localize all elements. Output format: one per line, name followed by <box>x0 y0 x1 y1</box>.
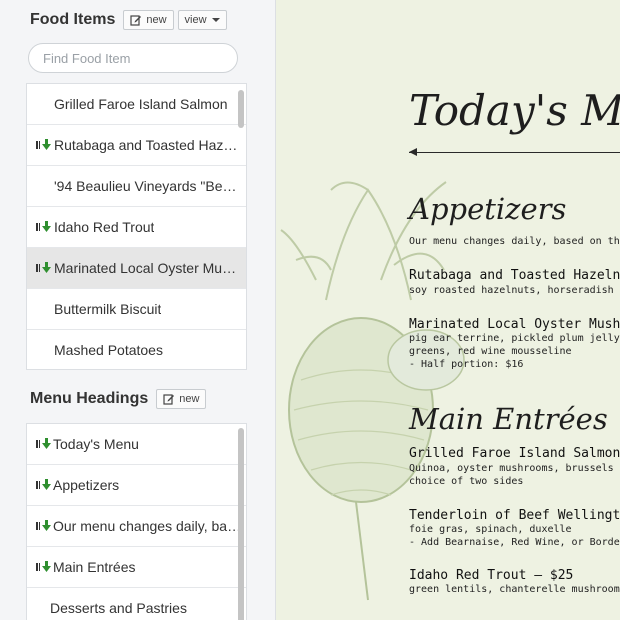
sidebar: Food Items new view Grilled Faroe Island… <box>0 0 276 620</box>
menu-item-desc: pig ear terrine, pickled plum jelly, j <box>409 333 620 344</box>
edit-icon <box>130 15 142 26</box>
food-items-header: Food Items new view <box>30 10 227 30</box>
heading-row[interactable]: Our menu changes daily, based on the <box>27 506 246 547</box>
menu-item-desc: Quinoa, oyster mushrooms, brussels s <box>409 463 620 474</box>
heading-row[interactable]: Today's Menu <box>27 424 246 465</box>
food-item-row[interactable]: Rutabaga and Toasted Hazelnut <box>27 125 246 166</box>
add-to-menu-arrow-icon[interactable] <box>35 560 53 574</box>
food-item-label: Mashed Potatoes <box>54 342 163 358</box>
add-to-menu-arrow-icon[interactable] <box>35 261 53 275</box>
food-item-label: Idaho Red Trout <box>54 219 155 235</box>
menu-item-name: Tenderloin of Beef Wellington <box>409 508 620 523</box>
menu-item-name: Grilled Faroe Island Salmon — <box>409 446 620 461</box>
heading-label: Appetizers <box>53 477 120 493</box>
food-item-row[interactable]: Grilled Faroe Island Salmon <box>27 84 246 125</box>
menu-item-desc: soy roasted hazelnuts, horseradish cr <box>409 285 620 296</box>
menu-headings-header: Menu Headings new <box>30 389 207 409</box>
food-item-label: '94 Beaulieu Vineyards "Beaulieu <box>54 178 242 194</box>
heading-label: Desserts and Pastries <box>50 600 187 616</box>
food-item-label: Rutabaga and Toasted Hazelnut <box>54 137 242 153</box>
heading-label: Today's Menu <box>53 436 139 452</box>
edit-icon <box>163 394 175 405</box>
divider-arrow-icon <box>409 148 417 156</box>
menu-item-desc: greens, red wine mousseline <box>409 346 572 357</box>
menu-item-desc: green lentils, chanterelle mushroom <box>409 584 620 595</box>
menu-intro-text: Our menu changes daily, based on the <box>409 236 620 247</box>
add-to-menu-arrow-icon[interactable] <box>35 220 53 234</box>
caret-down-icon <box>211 18 220 22</box>
menu-item-note: - Half portion: $16 <box>409 359 524 370</box>
food-list-scrollbar[interactable] <box>238 90 244 128</box>
menu-item-desc: choice of two sides <box>409 476 524 487</box>
new-button-label: new <box>146 14 167 26</box>
menu-item-name: Idaho Red Trout — $25 <box>409 568 574 583</box>
new-button-label: new <box>179 393 200 405</box>
view-button-label: view <box>184 14 207 26</box>
food-items-title: Food Items <box>30 11 116 28</box>
new-heading-button[interactable]: new <box>156 389 207 409</box>
add-to-menu-arrow-icon[interactable] <box>35 519 53 533</box>
food-item-row[interactable]: '94 Beaulieu Vineyards "Beaulieu <box>27 166 246 207</box>
main-entrees-heading: Main Entrées <box>409 402 608 436</box>
title-divider <box>409 152 620 153</box>
heading-label: Our menu changes daily, based on the <box>53 518 242 534</box>
food-item-row[interactable]: Mashed Potatoes <box>27 330 246 369</box>
menu-item-name: Rutabaga and Toasted Hazelnut <box>409 268 620 283</box>
appetizers-heading: Appetizers <box>409 192 567 226</box>
add-to-menu-arrow-icon[interactable] <box>35 478 53 492</box>
headings-list-scrollbar[interactable] <box>238 428 244 620</box>
food-item-search-input[interactable] <box>28 43 238 73</box>
heading-row[interactable]: Main Entrées <box>27 547 246 588</box>
menu-headings-title: Menu Headings <box>30 390 149 407</box>
menu-headings-list: Today's Menu Appetizers Our menu changes… <box>26 423 247 620</box>
menu-item-note: - Add Bearnaise, Red Wine, or Bordelais <box>409 537 620 548</box>
food-item-label: Buttermilk Biscuit <box>54 301 162 317</box>
view-dropdown-button[interactable]: view <box>177 10 227 30</box>
food-item-row-selected[interactable]: Marinated Local Oyster Mushrooms <box>27 248 246 289</box>
menu-item-name: Marinated Local Oyster Mushro <box>409 317 620 332</box>
food-item-label: Grilled Faroe Island Salmon <box>54 96 228 112</box>
food-item-row[interactable]: Idaho Red Trout <box>27 207 246 248</box>
heading-row[interactable]: Desserts and Pastries <box>27 588 246 620</box>
add-to-menu-arrow-icon[interactable] <box>35 138 53 152</box>
heading-row[interactable]: Appetizers <box>27 465 246 506</box>
add-to-menu-arrow-icon[interactable] <box>35 437 53 451</box>
food-item-row[interactable]: Buttermilk Biscuit <box>27 289 246 330</box>
menu-title: Today's Menu <box>409 86 620 135</box>
food-item-label: Marinated Local Oyster Mushrooms <box>54 260 242 276</box>
menu-item-desc: foie gras, spinach, duxelle <box>409 524 572 535</box>
menu-preview: Today's Menu Appetizers Our menu changes… <box>276 0 620 620</box>
heading-label: Main Entrées <box>53 559 136 575</box>
new-food-item-button[interactable]: new <box>123 10 174 30</box>
food-items-list: Grilled Faroe Island Salmon Rutabaga and… <box>26 83 247 370</box>
